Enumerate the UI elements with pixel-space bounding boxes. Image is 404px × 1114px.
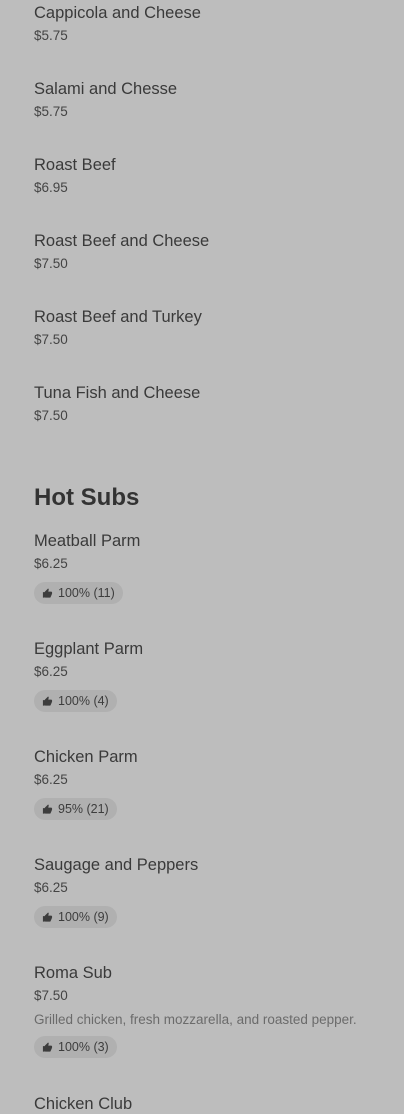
thumbs-up-icon (42, 803, 53, 814)
item-price: $6.25 (34, 664, 68, 679)
menu-item-roast-beef[interactable]: Roast Beef $6.95 (34, 155, 384, 196)
menu-page: Cappicola and Cheese $5.75 Salami and Ch… (0, 0, 404, 1113)
item-price: $6.25 (34, 880, 68, 895)
item-name: Roast Beef and Turkey (34, 308, 202, 326)
rating-text: 100% (9) (58, 910, 109, 924)
item-name: Roast Beef (34, 156, 116, 174)
item-name: Roast Beef and Cheese (34, 232, 210, 250)
thumbs-up-icon (42, 695, 53, 706)
menu-item-cappicola-and-cheese[interactable]: Cappicola and Cheese $5.75 (34, 3, 384, 44)
rating-badge: 100% (9) (34, 906, 117, 928)
item-price: $7.50 (34, 988, 68, 1003)
menu-item-saugage-and-peppers[interactable]: Saugage and Peppers $6.25 100% (9) (34, 855, 384, 928)
rating-text: 100% (11) (58, 586, 115, 600)
item-name: Saugage and Peppers (34, 856, 199, 874)
menu-item-chicken-club[interactable]: Chicken Club (34, 1094, 384, 1114)
item-price: $7.50 (34, 408, 68, 423)
item-price: $7.50 (34, 332, 68, 347)
menu-item-meatball-parm[interactable]: Meatball Parm $6.25 100% (11) (34, 531, 384, 604)
item-name: Chicken Club (34, 1095, 133, 1113)
item-price: $7.50 (34, 256, 68, 271)
item-name: Tuna Fish and Cheese (34, 384, 201, 402)
item-price: $6.25 (34, 556, 68, 571)
item-name: Cappicola and Cheese (34, 4, 201, 22)
rating-text: 95% (21) (58, 802, 109, 816)
rating-badge: 100% (4) (34, 690, 117, 712)
menu-item-roast-beef-and-cheese[interactable]: Roast Beef and Cheese $7.50 (34, 231, 384, 272)
item-name: Roma Sub (34, 964, 112, 982)
rating-badge: 100% (11) (34, 582, 123, 604)
item-name: Chicken Parm (34, 748, 138, 766)
rating-badge: 100% (3) (34, 1036, 117, 1058)
item-price: $6.95 (34, 180, 68, 195)
thumbs-up-icon (42, 587, 53, 598)
item-price: $5.75 (34, 104, 68, 119)
item-price: $5.75 (34, 28, 68, 43)
rating-text: 100% (3) (58, 1040, 109, 1054)
thumbs-up-icon (42, 911, 53, 922)
menu-item-eggplant-parm[interactable]: Eggplant Parm $6.25 100% (4) (34, 639, 384, 712)
rating-badge: 95% (21) (34, 798, 117, 820)
menu-item-tuna-fish-and-cheese[interactable]: Tuna Fish and Cheese $7.50 (34, 383, 384, 424)
item-price: $6.25 (34, 772, 68, 787)
item-name: Eggplant Parm (34, 640, 144, 658)
section-title-hot-subs: Hot Subs (34, 484, 140, 511)
menu-item-roma-sub[interactable]: Roma Sub $7.50 Grilled chicken, fresh mo… (34, 963, 384, 1058)
menu-item-salami-and-chesse[interactable]: Salami and Chesse $5.75 (34, 79, 384, 120)
item-name: Salami and Chesse (34, 80, 178, 98)
item-description: Grilled chicken, fresh mozzarella, and r… (34, 1012, 357, 1027)
item-name: Meatball Parm (34, 532, 141, 550)
menu-item-chicken-parm[interactable]: Chicken Parm $6.25 95% (21) (34, 747, 384, 820)
thumbs-up-icon (42, 1041, 53, 1052)
menu-item-roast-beef-and-turkey[interactable]: Roast Beef and Turkey $7.50 (34, 307, 384, 348)
rating-text: 100% (4) (58, 694, 109, 708)
